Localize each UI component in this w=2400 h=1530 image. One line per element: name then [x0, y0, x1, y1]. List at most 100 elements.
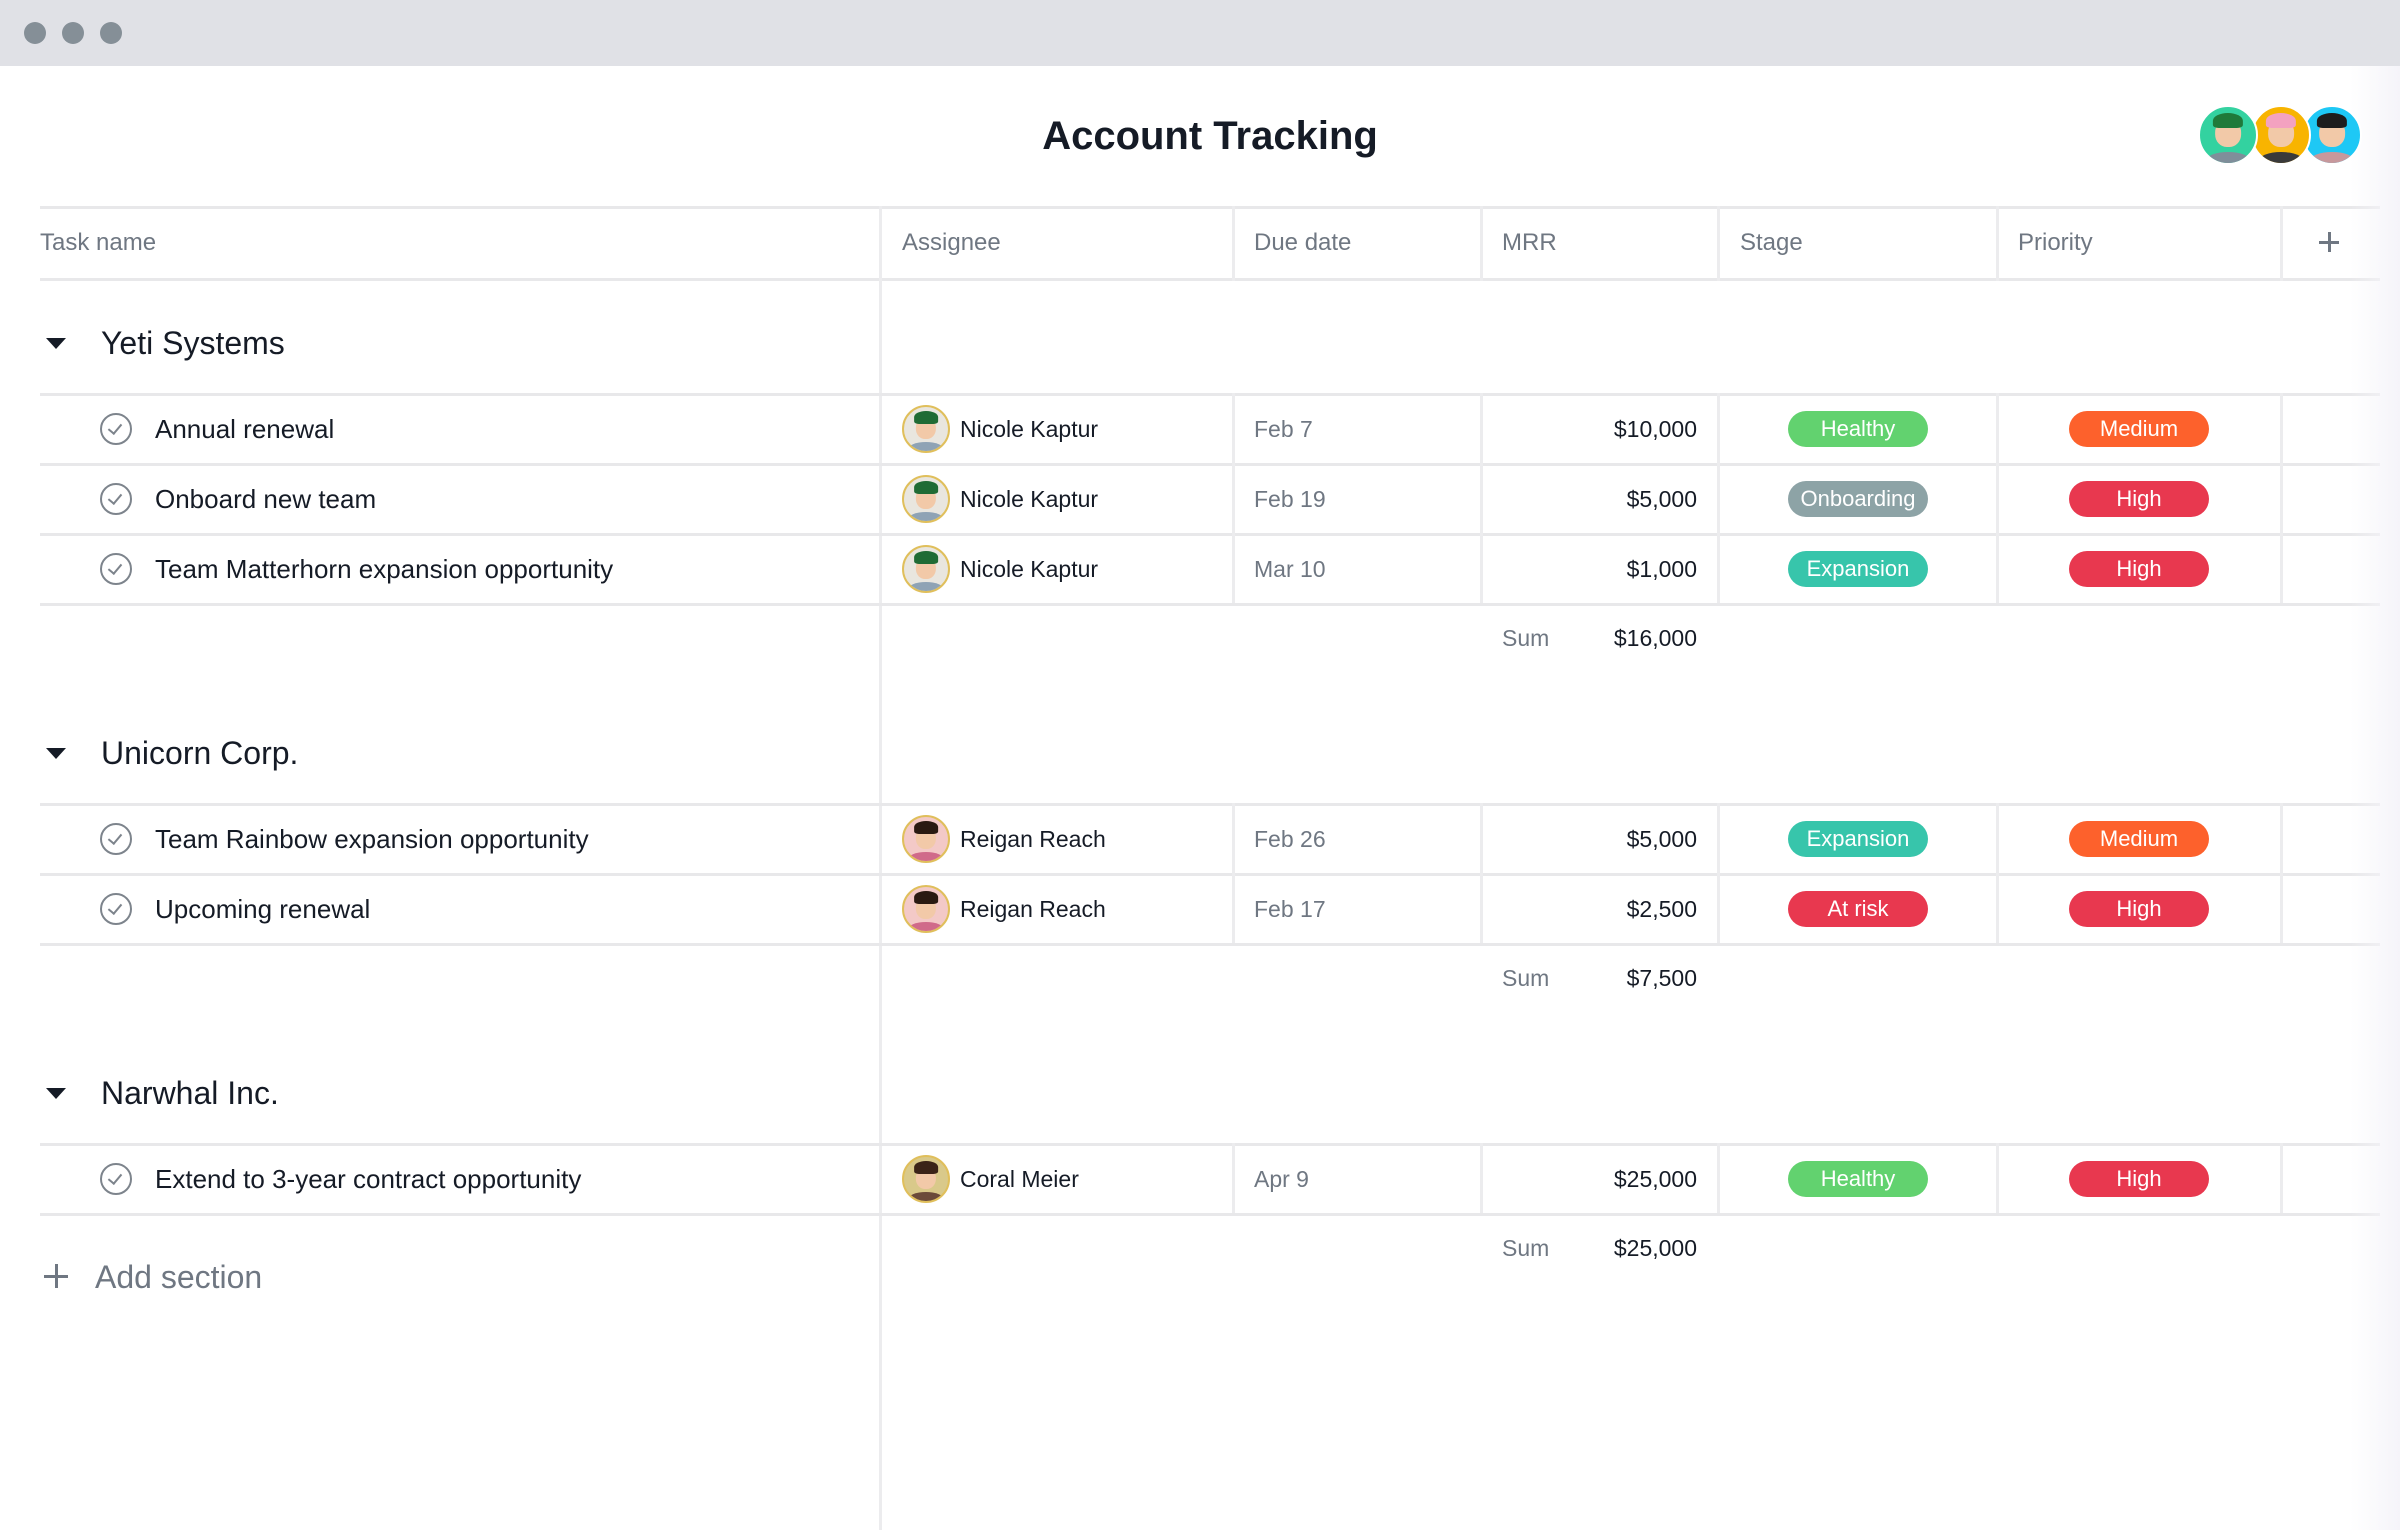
complete-task-checkbox-icon[interactable] [100, 1163, 132, 1195]
assignee-name[interactable]: Nicole Kaptur [960, 414, 1098, 444]
column-divider[interactable] [1480, 873, 1483, 946]
column-divider[interactable] [2280, 393, 2283, 466]
column-divider[interactable] [1232, 803, 1235, 876]
column-divider[interactable] [1480, 463, 1483, 536]
column-header-due-date[interactable]: Due date [1254, 228, 1351, 258]
window-zoom-button[interactable] [100, 22, 122, 44]
stage-badge[interactable]: Expansion [1788, 821, 1928, 857]
column-header-stage[interactable]: Stage [1740, 228, 1803, 258]
column-divider[interactable] [1480, 1143, 1483, 1216]
member-avatar[interactable] [2302, 105, 2362, 165]
column-divider[interactable] [1480, 393, 1483, 466]
mrr-value[interactable]: $2,500 [1497, 894, 1697, 924]
column-divider[interactable] [2280, 206, 2283, 281]
column-divider[interactable] [1232, 393, 1235, 466]
column-divider[interactable] [1996, 206, 1999, 281]
due-date[interactable]: Apr 9 [1254, 1164, 1309, 1194]
add-section-button[interactable]: Add section [40, 1256, 300, 1298]
priority-badge[interactable]: High [2069, 551, 2209, 587]
column-divider[interactable] [1996, 1143, 1999, 1216]
task-name[interactable]: Upcoming renewal [155, 893, 370, 925]
task-name[interactable]: Extend to 3-year contract opportunity [155, 1163, 581, 1195]
assignee-avatar[interactable] [902, 405, 950, 453]
column-divider[interactable] [1996, 393, 1999, 466]
priority-badge[interactable]: Medium [2069, 411, 2209, 447]
priority-badge[interactable]: High [2069, 1161, 2209, 1197]
assignee-name[interactable]: Coral Meier [960, 1164, 1079, 1194]
due-date[interactable]: Mar 10 [1254, 554, 1326, 584]
task-name[interactable]: Team Rainbow expansion opportunity [155, 823, 589, 855]
assignee-avatar[interactable] [902, 1155, 950, 1203]
column-header-task-name[interactable]: Task name [40, 228, 156, 258]
assignee-name[interactable]: Reigan Reach [960, 824, 1106, 854]
column-divider[interactable] [1717, 206, 1720, 281]
member-avatar[interactable] [2198, 105, 2258, 165]
due-date[interactable]: Feb 19 [1254, 484, 1326, 514]
task-row[interactable] [40, 464, 2380, 534]
column-divider[interactable] [2280, 1143, 2283, 1216]
column-divider[interactable] [1717, 533, 1720, 606]
section-name[interactable]: Narwhal Inc. [101, 1073, 279, 1113]
assignee-avatar[interactable] [902, 475, 950, 523]
stage-badge[interactable]: Expansion [1788, 551, 1928, 587]
due-date[interactable]: Feb 17 [1254, 894, 1326, 924]
collapse-triangle-icon[interactable] [46, 748, 66, 760]
column-header-priority[interactable]: Priority [2018, 228, 2093, 258]
mrr-value[interactable]: $10,000 [1497, 414, 1697, 444]
column-divider[interactable] [1996, 533, 1999, 606]
window-minimize-button[interactable] [62, 22, 84, 44]
column-divider[interactable] [1717, 1143, 1720, 1216]
project-members[interactable] [2198, 105, 2368, 165]
add-column-button[interactable] [2316, 228, 2346, 258]
task-row[interactable] [40, 874, 2380, 944]
column-header-mrr[interactable]: MRR [1502, 228, 1557, 258]
due-date[interactable]: Feb 26 [1254, 824, 1326, 854]
window-close-button[interactable] [24, 22, 46, 44]
assignee-avatar[interactable] [902, 545, 950, 593]
assignee-avatar[interactable] [902, 815, 950, 863]
column-divider[interactable] [1996, 803, 1999, 876]
assignee-avatar[interactable] [902, 885, 950, 933]
section-name[interactable]: Yeti Systems [101, 323, 285, 363]
stage-badge[interactable]: Healthy [1788, 411, 1928, 447]
due-date[interactable]: Feb 7 [1254, 414, 1313, 444]
column-divider[interactable] [2280, 803, 2283, 876]
mrr-value[interactable]: $5,000 [1497, 484, 1697, 514]
column-divider[interactable] [1480, 206, 1483, 281]
task-name[interactable]: Annual renewal [155, 413, 334, 445]
column-divider[interactable] [1232, 206, 1235, 281]
assignee-name[interactable]: Nicole Kaptur [960, 484, 1098, 514]
column-divider[interactable] [1232, 1143, 1235, 1216]
stage-badge[interactable]: Onboarding [1788, 481, 1928, 517]
task-name[interactable]: Team Matterhorn expansion opportunity [155, 553, 613, 585]
column-divider[interactable] [1232, 873, 1235, 946]
mrr-value[interactable]: $1,000 [1497, 554, 1697, 584]
column-divider[interactable] [1717, 393, 1720, 466]
column-divider[interactable] [1232, 533, 1235, 606]
column-header-assignee[interactable]: Assignee [902, 228, 1001, 258]
priority-badge[interactable]: High [2069, 891, 2209, 927]
column-divider[interactable] [2280, 533, 2283, 606]
column-divider[interactable] [1480, 533, 1483, 606]
task-name[interactable]: Onboard new team [155, 483, 376, 515]
member-avatar[interactable] [2251, 105, 2311, 165]
column-divider[interactable] [2280, 463, 2283, 536]
column-divider[interactable] [1717, 463, 1720, 536]
task-row[interactable] [40, 394, 2380, 464]
column-divider[interactable] [1232, 463, 1235, 536]
mrr-value[interactable]: $5,000 [1497, 824, 1697, 854]
column-divider[interactable] [1717, 873, 1720, 946]
stage-badge[interactable]: Healthy [1788, 1161, 1928, 1197]
assignee-name[interactable]: Reigan Reach [960, 894, 1106, 924]
collapse-triangle-icon[interactable] [46, 338, 66, 350]
mrr-value[interactable]: $25,000 [1497, 1164, 1697, 1194]
complete-task-checkbox-icon[interactable] [100, 893, 132, 925]
assignee-name[interactable]: Nicole Kaptur [960, 554, 1098, 584]
column-divider[interactable] [1480, 803, 1483, 876]
complete-task-checkbox-icon[interactable] [100, 483, 132, 515]
stage-badge[interactable]: At risk [1788, 891, 1928, 927]
priority-badge[interactable]: Medium [2069, 821, 2209, 857]
complete-task-checkbox-icon[interactable] [100, 553, 132, 585]
section-name[interactable]: Unicorn Corp. [101, 733, 298, 773]
column-divider[interactable] [1717, 803, 1720, 876]
